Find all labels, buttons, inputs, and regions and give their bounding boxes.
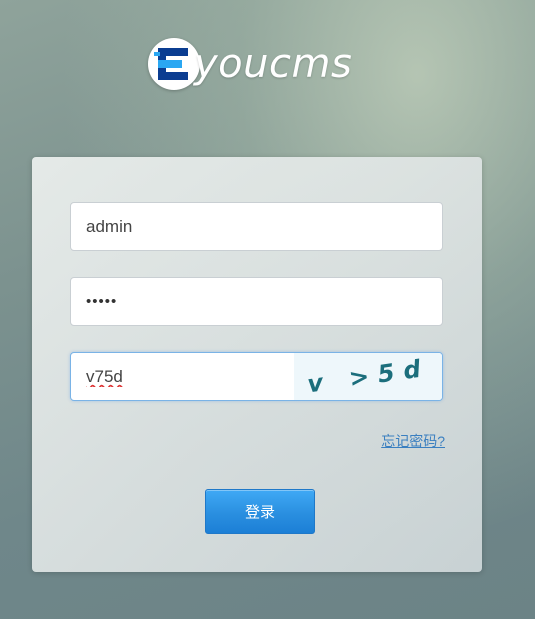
logo-text: youcms [194,41,353,87]
login-button[interactable]: 登录 [205,489,315,534]
username-input[interactable] [71,203,442,250]
forgot-password-link[interactable]: 忘记密码? [381,431,445,451]
username-field [70,202,443,251]
brand-logo: youcms [146,36,376,94]
login-panel: v >5d 忘记密码? 登录 [32,157,482,572]
password-field [70,277,443,326]
logo-badge-icon [148,38,200,90]
captcha-image-text: v >5d [305,353,431,399]
captcha-input[interactable] [71,353,296,400]
captcha-image[interactable]: v >5d [294,353,442,400]
password-input[interactable] [71,278,442,325]
captcha-field: v >5d [70,352,443,401]
